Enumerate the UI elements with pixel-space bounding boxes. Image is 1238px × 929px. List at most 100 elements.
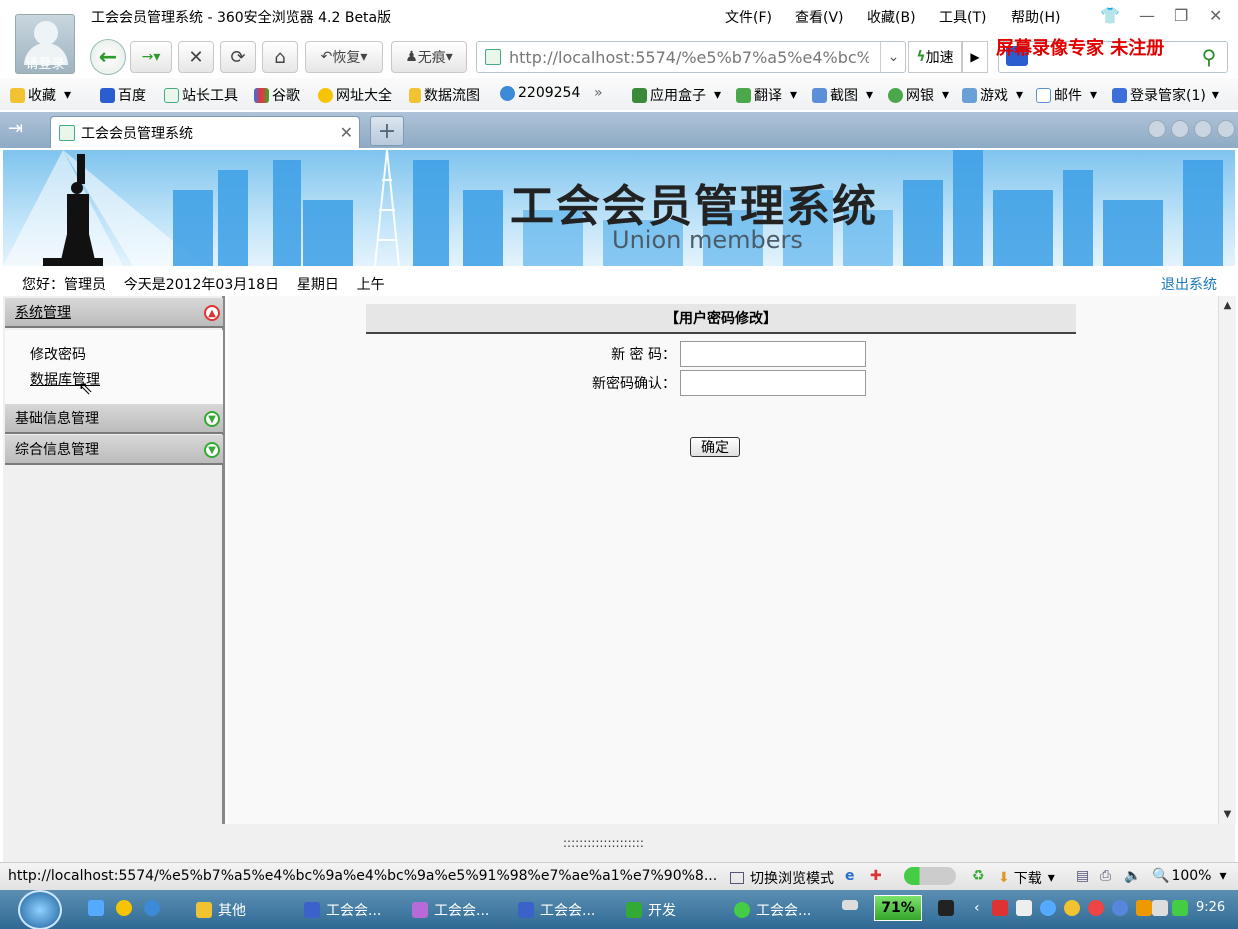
taskbar-item-other[interactable]: 其他 bbox=[196, 900, 246, 920]
sidebar-section-basic-info[interactable]: 基础信息管理 ▼ bbox=[5, 404, 223, 434]
expand-down-icon[interactable]: ▼ bbox=[204, 411, 220, 427]
bookmark-label: 邮件 bbox=[1054, 88, 1082, 104]
bookmark-overflow-icon[interactable]: » bbox=[594, 85, 603, 101]
toggle-switch-icon[interactable] bbox=[904, 867, 956, 885]
confirm-button[interactable]: 确定 bbox=[690, 437, 740, 457]
volume-icon[interactable]: 🔈 bbox=[1124, 868, 1141, 884]
quicklaunch-switch-icon[interactable] bbox=[88, 900, 110, 916]
tray-shield-icon[interactable] bbox=[1172, 900, 1194, 916]
taskbar-item-vs[interactable]: 工会会... bbox=[412, 900, 489, 920]
address-text[interactable]: http://localhost:5574/%e5%b7%a5%e4%bc% bbox=[509, 48, 869, 67]
tab-scroll-left-icon[interactable] bbox=[1148, 120, 1166, 138]
bookmark-games[interactable]: 游戏 ▾ bbox=[962, 85, 1023, 105]
tray-qq-icon[interactable] bbox=[1064, 900, 1086, 916]
tray-globe-icon[interactable] bbox=[1040, 900, 1062, 916]
bookmark-site-directory[interactable]: 网址大全 bbox=[318, 85, 392, 105]
bookmark-translate[interactable]: 翻译 ▾ bbox=[736, 85, 797, 105]
tray-wifi-icon[interactable] bbox=[1152, 900, 1174, 916]
keyboard-icon[interactable] bbox=[842, 900, 864, 910]
expand-down-icon[interactable]: ▼ bbox=[204, 442, 220, 458]
bookmark-login-manager[interactable]: 登录管家(1) ▾ bbox=[1112, 85, 1219, 105]
print-icon[interactable]: ⎙ bbox=[1100, 868, 1111, 884]
taskbar-item-word-2[interactable]: 工会会... bbox=[518, 900, 595, 920]
bookmark-webmaster-tools[interactable]: 站长工具 bbox=[164, 85, 238, 105]
bookmark-screenshot[interactable]: 截图 ▾ bbox=[812, 85, 873, 105]
menu-help[interactable]: 帮助(H) bbox=[1011, 7, 1060, 27]
menu-view[interactable]: 查看(V) bbox=[795, 7, 844, 27]
tray-qq-2-icon[interactable] bbox=[1088, 900, 1110, 916]
stop-button[interactable]: ✕ bbox=[178, 41, 214, 73]
address-dropdown-icon[interactable]: ⌄ bbox=[880, 41, 906, 73]
banner-subtitle: Union members bbox=[612, 226, 803, 254]
switch-browse-mode-button[interactable]: 切换浏览模式 bbox=[730, 868, 834, 888]
taskbar-item-word-1[interactable]: 工会会... bbox=[304, 900, 381, 920]
security-guard-icon[interactable]: ✚ bbox=[870, 868, 882, 884]
chevron-down-icon: ▾ bbox=[942, 87, 950, 103]
scroll-up-icon[interactable]: ▲ bbox=[1219, 300, 1236, 311]
tab-scroll-right-icon[interactable] bbox=[1171, 120, 1189, 138]
skin-shirt-icon[interactable]: 👕 bbox=[1100, 6, 1120, 25]
back-button[interactable]: ← bbox=[90, 39, 126, 75]
restore-window-icon[interactable]: ❐ bbox=[1174, 6, 1188, 25]
quicklaunch-360-icon[interactable] bbox=[116, 900, 138, 916]
minimize-icon[interactable]: — bbox=[1139, 6, 1155, 25]
sidebar-section-system-management[interactable]: 系统管理 ▲ bbox=[5, 298, 223, 328]
address-bar[interactable]: http://localhost:5574/%e5%b7%a5%e4%bc% bbox=[476, 41, 906, 73]
user-avatar[interactable]: 请登录 bbox=[15, 14, 75, 74]
search-icon[interactable]: ⚲ bbox=[1190, 41, 1228, 73]
download-button[interactable]: ⬇ 下载 ▾ bbox=[998, 868, 1055, 888]
zoom-control[interactable]: 🔍 100% ▾ bbox=[1152, 868, 1227, 884]
home-button[interactable]: ⌂ bbox=[262, 41, 298, 73]
new-tab-button[interactable]: + bbox=[370, 116, 404, 146]
taskbar-item-browser[interactable]: 工会会... bbox=[734, 900, 811, 920]
tab-union-system[interactable]: 工会会员管理系统 ✕ bbox=[50, 116, 360, 148]
tray-expand-icon[interactable]: ‹ bbox=[974, 900, 980, 916]
frame-splitter-handle[interactable]: :::::::::::::::::::: bbox=[563, 836, 644, 850]
menu-favorites[interactable]: 收藏(B) bbox=[867, 7, 916, 27]
tab-close-icon[interactable]: ✕ bbox=[340, 123, 353, 142]
tab-list-icon[interactable] bbox=[1194, 120, 1212, 138]
battery-indicator[interactable]: 71% bbox=[874, 895, 922, 921]
close-window-icon[interactable]: ✕ bbox=[1209, 6, 1222, 25]
sidebar-toggle-icon[interactable]: ⇥ bbox=[8, 118, 23, 139]
bookmark-favorites[interactable]: 收藏 ▾ bbox=[10, 85, 71, 105]
tab-close-all-icon[interactable] bbox=[1217, 120, 1235, 138]
ie-engine-icon[interactable]: e bbox=[845, 868, 855, 884]
confirm-password-input[interactable] bbox=[680, 370, 866, 396]
vertical-scrollbar[interactable]: ▲ ▼ bbox=[1218, 296, 1236, 824]
quicklaunch-ie-icon[interactable] bbox=[144, 900, 166, 916]
bookmark-baidu[interactable]: 百度 bbox=[100, 85, 146, 105]
power-plug-icon[interactable] bbox=[938, 900, 960, 916]
recycle-icon[interactable]: ♻ bbox=[972, 868, 985, 884]
mode-label: 切换浏览模式 bbox=[750, 871, 834, 887]
restore-button[interactable]: ↶ 恢复 ▾ bbox=[305, 41, 383, 73]
speed-button[interactable]: ϟ 加速 bbox=[908, 41, 962, 73]
tray-app-icon[interactable] bbox=[992, 900, 1014, 916]
logout-link[interactable]: 退出系统 bbox=[1161, 274, 1217, 294]
start-button[interactable] bbox=[18, 890, 62, 929]
bookmark-dataflow[interactable]: 数据流图 bbox=[409, 85, 480, 105]
bookmark-online-banking[interactable]: 网银 ▾ bbox=[888, 85, 949, 105]
play-icon[interactable]: ▶ bbox=[962, 41, 988, 73]
menu-file[interactable]: 文件(F) bbox=[725, 7, 772, 27]
tray-qq-3-icon[interactable] bbox=[1112, 900, 1134, 916]
menu-tools[interactable]: 工具(T) bbox=[939, 7, 986, 27]
undo-icon: ↶ bbox=[320, 49, 333, 65]
chevron-down-icon: ▾ bbox=[64, 87, 72, 103]
taskbar-clock[interactable]: 9:26 bbox=[1196, 900, 1225, 915]
tray-network-icon[interactable] bbox=[1016, 900, 1038, 916]
sidebar-section-integrated-info[interactable]: 综合信息管理 ▼ bbox=[5, 435, 223, 465]
clipboard-icon[interactable]: ▤ bbox=[1076, 868, 1089, 884]
taskbar-item-develop[interactable]: 开发 bbox=[626, 900, 676, 920]
sidebar-item-change-password[interactable]: 修改密码 bbox=[30, 344, 86, 364]
bookmark-google[interactable]: 谷歌 bbox=[254, 85, 300, 105]
refresh-button[interactable]: ⟳ bbox=[220, 41, 256, 73]
forward-button[interactable]: →▾ bbox=[130, 41, 172, 73]
bookmark-app-box[interactable]: 应用盒子 ▾ bbox=[632, 85, 721, 105]
incognito-button[interactable]: ♟ 无痕 ▾ bbox=[391, 41, 467, 73]
collapse-up-icon[interactable]: ▲ bbox=[204, 305, 220, 321]
new-password-input[interactable] bbox=[680, 341, 866, 367]
scroll-down-icon[interactable]: ▼ bbox=[1219, 809, 1236, 820]
bookmark-mail[interactable]: 邮件 ▾ bbox=[1036, 85, 1097, 105]
bookmark-2209254[interactable]: 2209254 bbox=[500, 85, 580, 101]
